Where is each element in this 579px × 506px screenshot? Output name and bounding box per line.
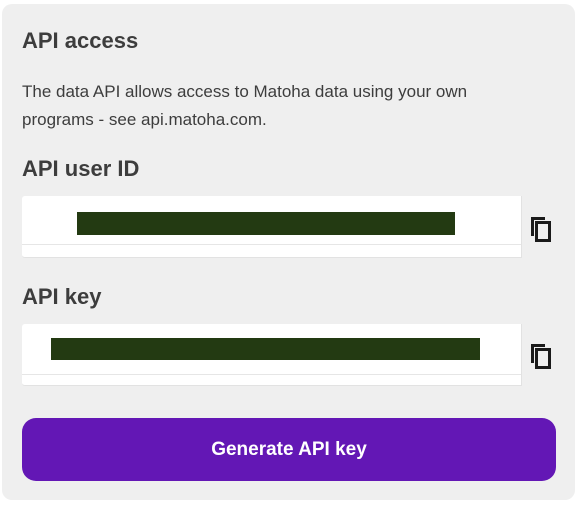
api-access-panel: API access The data API allows access to… [2, 4, 575, 500]
api-user-id-redacted-value [77, 212, 455, 235]
copy-api-key-button[interactable] [527, 341, 555, 371]
api-user-id-label: API user ID [22, 156, 140, 181]
panel-description: The data API allows access to Matoha dat… [22, 82, 468, 129]
copy-user-id-button[interactable] [527, 214, 555, 244]
field-divider [22, 244, 521, 245]
field-divider [22, 374, 521, 375]
generate-api-key-button[interactable]: Generate API key [22, 418, 556, 481]
api-user-id-field[interactable] [22, 196, 522, 258]
api-key-label: API key [22, 284, 102, 309]
api-key-redacted-value [51, 338, 480, 360]
copy-icon [531, 344, 551, 369]
copy-icon [531, 217, 551, 242]
api-key-field[interactable] [22, 324, 522, 386]
panel-title: API access [22, 28, 139, 53]
